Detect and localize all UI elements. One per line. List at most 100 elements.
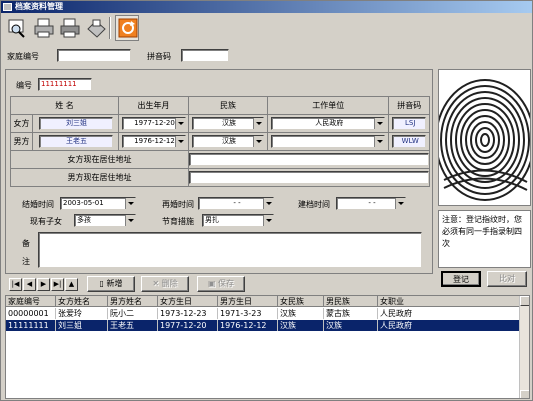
register-fingerprint-button[interactable]: 登记 [441,271,481,287]
grid-col-header[interactable]: 女职业 [378,296,521,307]
chevron-down-icon[interactable] [252,136,263,147]
record-id-input[interactable]: 11111111 [38,78,92,91]
chevron-down-icon[interactable] [374,118,385,129]
scroll-down-icon[interactable] [520,390,529,398]
grid-cell: 汉族 [278,308,324,319]
grid-col-header[interactable]: 男民族 [324,296,378,307]
printer-icon [34,18,54,38]
grid-cell: 1977-12-20 [158,320,218,331]
save-icon: ▣ [207,279,219,288]
title-bar: 档案资料管理 [1,1,532,13]
pinyin-search-label: 拼音码 [147,52,171,61]
grid-col-header[interactable]: 女方姓名 [56,296,108,307]
chevron-down-icon[interactable] [125,198,135,209]
search-button[interactable] [5,15,29,41]
delete-button[interactable]: ✕ 删除 [141,276,189,292]
chevron-down-icon[interactable] [125,215,135,226]
chevron-down-icon[interactable] [374,136,385,147]
children-select[interactable]: 多孩 [74,214,136,227]
grid-col-header[interactable]: 女民族 [278,296,324,307]
refresh-button[interactable] [115,15,139,41]
scroll-up-icon[interactable] [520,296,529,306]
save-button[interactable]: ▣ 保存 [197,276,245,292]
wife-name-input[interactable]: 刘三姐 [38,117,113,130]
remarried-date-label: 再婚时间 [162,200,194,209]
remarks-label-2: 注 [22,257,30,266]
first-record-button[interactable]: |◀ [9,278,22,291]
husband-work-select[interactable] [271,135,386,148]
family-no-label: 家庭编号 [7,52,39,61]
grid-scrollbar[interactable] [519,296,529,398]
husband-role-label: 男方 [10,132,33,151]
verify-fingerprint-button[interactable]: 比对 [487,271,527,287]
grid-col-header[interactable]: 家庭编号 [6,296,56,307]
wife-role-label: 女方 [10,114,33,133]
record-panel: 编号 11111111 姓 名 出生年月 民族 工作单位 拼音码 女方 刘三姐 … [5,69,433,274]
husband-birth-picker[interactable]: 1976-12-12 [121,135,186,148]
wife-pinyin-input[interactable]: LSJ [392,117,427,130]
chevron-down-icon[interactable] [263,198,273,209]
chevron-down-icon[interactable] [174,136,185,147]
prev-record-button[interactable]: ◀ [23,278,36,291]
grid-cell: 00000001 [6,308,56,319]
last-record-button[interactable]: ▶| [51,278,64,291]
fingerprint-icon [439,79,530,201]
next-record-button[interactable]: ▶ [37,278,50,291]
header-ethnicity: 民族 [188,96,268,115]
remarried-date-picker[interactable]: - - [198,197,274,210]
pinyin-search-input[interactable] [181,49,229,62]
remarks-label-1: 备 [22,239,30,248]
magnifier-icon [8,19,25,38]
chevron-down-icon[interactable] [263,215,273,226]
print-preview-button[interactable] [31,15,55,41]
family-no-input[interactable] [57,49,131,62]
wife-address-input[interactable] [189,153,429,166]
grid-col-header[interactable]: 男方姓名 [108,296,158,307]
wife-birth-picker[interactable]: 1977-12-20 [121,117,186,130]
toolbar [5,15,155,43]
grid-col-header[interactable]: 女方生日 [158,296,218,307]
grid-cell: 张爱玲 [56,308,108,319]
husband-pinyin-input[interactable]: WLW [392,135,427,148]
spouse-table: 姓 名 出生年月 民族 工作单位 拼音码 女方 刘三姐 1977-12-20 汉… [10,96,430,187]
up-record-button[interactable]: ▲ [65,278,78,291]
married-date-picker[interactable]: 2003-05-01 [60,197,136,210]
fingerprint-image [438,69,531,206]
records-grid: 家庭编号 女方姓名 男方姓名 女方生日 男方生日 女民族 男民族 女职业 000… [5,295,530,399]
wife-address-label: 女方现在居住地址 [10,150,189,169]
fax-button[interactable] [83,15,107,41]
add-button[interactable]: ▯ 新增 [87,276,135,292]
husband-name-input[interactable]: 王老五 [38,135,113,148]
table-row[interactable]: 00000001 张爱玲 阮小二 1973-12-23 1971-3-23 汉族… [6,308,521,319]
refresh-icon [118,18,138,38]
grid-col-header[interactable]: 男方生日 [218,296,278,307]
chevron-down-icon[interactable] [395,198,405,209]
grid-cell: 汉族 [278,320,324,331]
table-row-selected[interactable]: 11111111 刘三姐 王老五 1977-12-20 1976-12-12 汉… [6,320,521,331]
children-label: 现有子女 [30,217,62,226]
contraception-select[interactable]: 男扎 [202,214,274,227]
grid-cell: 阮小二 [108,308,158,319]
delete-icon: ✕ [152,279,162,288]
grid-header: 家庭编号 女方姓名 男方姓名 女方生日 男方生日 女民族 男民族 女职业 [6,296,521,307]
husband-ethnicity-select[interactable]: 汉族 [191,135,264,148]
remarks-textarea[interactable] [38,232,422,268]
husband-address-input[interactable] [189,171,429,184]
fax-icon [87,19,106,38]
chevron-down-icon[interactable] [174,118,185,129]
app-icon [3,3,12,11]
print-button[interactable] [57,15,81,41]
fingerprint-note: 注意：登记指纹时，您必须有同一手指录制四次 [438,210,531,268]
grid-cell: 11111111 [6,320,56,331]
grid-cell: 王老五 [108,320,158,331]
chevron-down-icon[interactable] [252,118,263,129]
header-pinyin: 拼音码 [388,96,430,115]
filing-date-picker[interactable]: - - [336,197,406,210]
wife-ethnicity-select[interactable]: 汉族 [191,117,264,130]
grid-cell: 1971-3-23 [218,308,278,319]
married-date-label: 结婚时间 [22,200,54,209]
header-work: 工作单位 [266,96,390,115]
main-window: 档案资料管理 家庭编号 拼音码 编号 11111111 姓 名 出生年月 民族 … [0,0,533,401]
grid-cell: 人民政府 [378,320,521,331]
wife-work-select[interactable]: 人民政府 [271,117,386,130]
